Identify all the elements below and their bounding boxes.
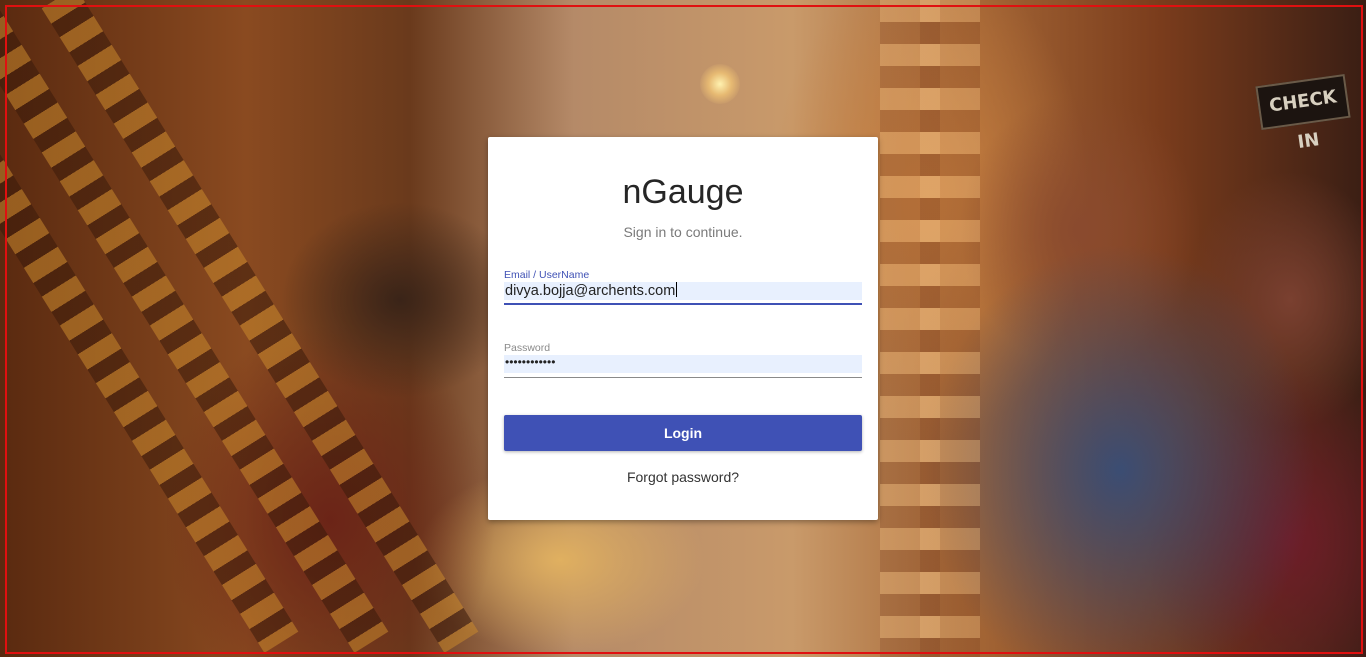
login-button[interactable]: Login xyxy=(504,415,862,451)
email-underline xyxy=(504,303,862,305)
decor-pillar xyxy=(920,0,980,657)
password-underline xyxy=(504,377,862,378)
email-label: Email / UserName xyxy=(504,269,590,281)
lamp-light xyxy=(700,64,740,104)
password-input[interactable]: •••••••••••• xyxy=(504,355,862,373)
password-field: Password •••••••••••• xyxy=(504,341,862,378)
text-caret xyxy=(676,282,678,297)
password-label: Password xyxy=(504,342,551,354)
decor-stripe xyxy=(0,0,389,653)
app-title: nGauge xyxy=(622,173,744,211)
login-card: nGauge Sign in to continue. Email / User… xyxy=(488,137,878,520)
app-subtitle: Sign in to continue. xyxy=(623,224,743,240)
email-input[interactable]: divya.bojja@archents.com xyxy=(504,282,862,300)
forgot-password-link[interactable]: Forgot password? xyxy=(488,469,878,485)
email-value: divya.bojja@archents.com xyxy=(505,283,676,299)
check-in-sign: CHECK IN xyxy=(1255,73,1351,153)
email-field: Email / UserName divya.bojja@archents.co… xyxy=(504,268,862,305)
